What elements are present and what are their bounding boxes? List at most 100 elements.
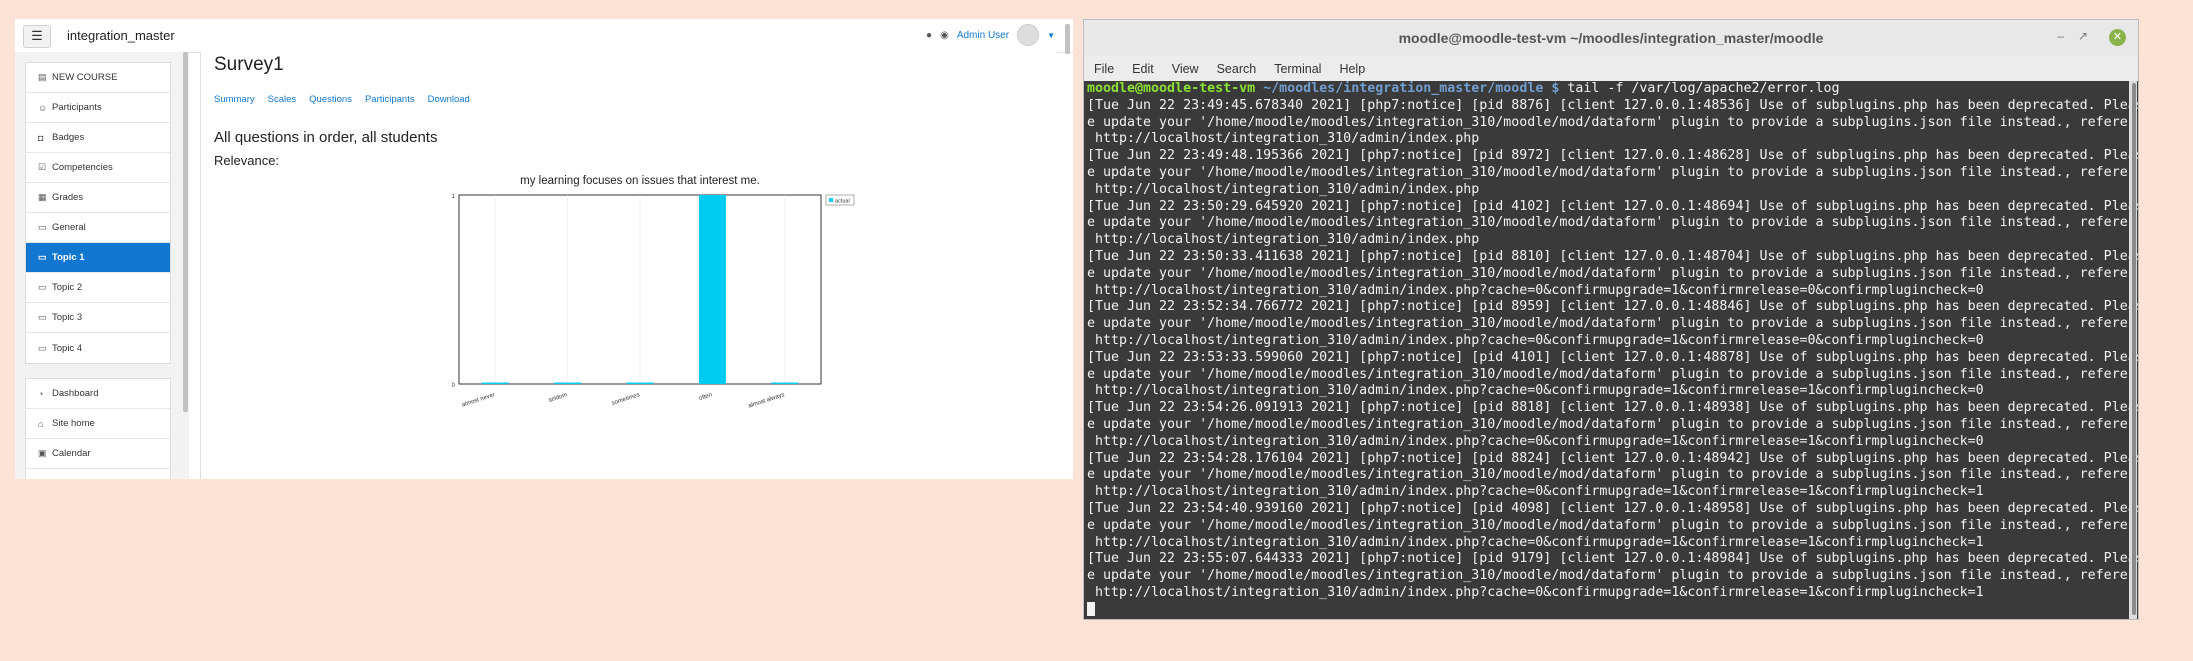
section-heading: All questions in order, all students <box>214 129 438 146</box>
terminal-titlebar[interactable]: moodle@moodle-test-vm ~/moodles/integrat… <box>1084 20 2138 56</box>
nav-item-calendar[interactable]: ▣ Calendar <box>26 439 170 469</box>
terminal-cursor <box>1087 601 1095 616</box>
tab-participants[interactable]: Participants <box>365 94 415 105</box>
terminal-menubar: File Edit View Search Terminal Help <box>1084 56 2138 81</box>
nav-item-label: Site home <box>52 418 95 429</box>
nav-item-private-files[interactable]: ▯Private files <box>26 469 170 480</box>
terminal-title: moodle@moodle-test-vm ~/moodles/integrat… <box>1398 30 1824 46</box>
bell-icon[interactable]: ● <box>926 30 932 41</box>
log-line: e update your '/home/moodle/moodles/inte… <box>1087 215 2139 231</box>
page-scrollbar[interactable] <box>1065 24 1070 54</box>
tab-questions[interactable]: Questions <box>309 94 352 105</box>
nav-item-site-home[interactable]: ⌂ Site home <box>26 409 170 439</box>
menu-file[interactable]: File <box>1094 62 1114 76</box>
menu-search[interactable]: Search <box>1217 62 1257 76</box>
top-navbar: ☰ integration_master ● ◉ Admin User ▼ <box>15 19 1073 53</box>
nav-item-new-course[interactable]: ▤ NEW COURSE <box>26 63 170 93</box>
tachometer-icon: ◔ <box>38 388 44 399</box>
bar-often <box>698 195 726 384</box>
nav-item-label: NEW COURSE <box>52 72 118 83</box>
log-line: [Tue Jun 22 23:53:33.599060 2021] [php7:… <box>1087 349 2139 365</box>
log-line: http://localhost/integration_310/admin/i… <box>1087 332 1984 348</box>
tab-scales[interactable]: Scales <box>268 94 297 105</box>
nav-item-label: Topic 4 <box>52 342 83 354</box>
nav-item-badges[interactable]: ◘ Badges <box>26 123 170 153</box>
log-line: e update your '/home/moodle/moodles/inte… <box>1087 316 2139 332</box>
nav-item-topic-4[interactable]: ▭ Topic 4 <box>26 333 170 363</box>
log-line: [Tue Jun 22 23:54:28.176104 2021] [php7:… <box>1087 450 2139 466</box>
user-avatar[interactable] <box>1017 24 1040 46</box>
graduation-cap-icon: ▤ <box>38 72 47 82</box>
shield-icon: ◘ <box>38 132 44 143</box>
folder-icon: ▭ <box>38 312 47 322</box>
moodle-window: ☰ integration_master ● ◉ Admin User ▼ ▤ N… <box>15 19 1073 479</box>
nav-item-topic-3[interactable]: ▭ Topic 3 <box>26 303 170 333</box>
cursor-line <box>1087 601 2130 619</box>
log-line: e update your '/home/moodle/moodles/inte… <box>1087 114 2139 130</box>
folder-icon: ▭ <box>38 282 47 292</box>
menu-terminal[interactable]: Terminal <box>1274 62 1321 76</box>
minimize-icon[interactable]: – <box>2057 29 2064 43</box>
prompt-command: tail -f /var/log/apache2/error.log <box>1567 81 1840 96</box>
nav-item-topic-1[interactable]: ▭ Topic 1 <box>26 243 170 273</box>
survey-tabs: Summary Scales Questions Participants Downlo… <box>214 94 470 105</box>
terminal-output[interactable]: moodle@moodle-test-vm ~/moodles/integrat… <box>1084 81 2139 619</box>
folder-icon: ▭ <box>38 222 47 232</box>
nav-item-topic-2[interactable]: ▭ Topic 2 <box>26 273 170 303</box>
menu-help[interactable]: Help <box>1339 62 1365 76</box>
log-line: e update your '/home/moodle/moodles/inte… <box>1087 467 2139 483</box>
nav-item-dashboard[interactable]: ◔ Dashboard <box>26 379 170 409</box>
prompt-user: moodle@moodle-test-vm <box>1087 81 1256 96</box>
nav-item-label: Participants <box>52 102 102 113</box>
nav-drawer: ▤ NEW COURSE ☺ Participants ◘ Badges ☑ Competen… <box>15 52 189 479</box>
x-tick-label: often <box>698 392 713 402</box>
terminal-scroll-thumb[interactable] <box>2132 83 2136 615</box>
chat-icon[interactable]: ◉ <box>940 30 949 41</box>
tab-download[interactable]: Download <box>428 94 470 105</box>
log-line: [Tue Jun 22 23:55:07.644333 2021] [php7:… <box>1087 551 2139 567</box>
hamburger-icon[interactable]: ☰ <box>23 25 51 48</box>
x-tick-label: sometimes <box>611 392 640 407</box>
nav-item-general[interactable]: ▭ General <box>26 213 170 243</box>
log-line: e update your '/home/moodle/moodles/inte… <box>1087 164 2139 180</box>
log-line: [Tue Jun 22 23:49:48.195366 2021] [php7:… <box>1087 148 2139 164</box>
log-line: http://localhost/integration_310/admin/i… <box>1087 282 1984 298</box>
drawer-scrollbar[interactable] <box>183 52 188 412</box>
nav-item-grades[interactable]: ▦ Grades <box>26 183 170 213</box>
tab-summary[interactable]: Summary <box>214 94 255 105</box>
nav-item-competencies[interactable]: ☑ Competencies <box>26 153 170 183</box>
site-nav: ◔ Dashboard ⌂ Site home ▣ Calendar ▯Private fi… <box>25 378 171 479</box>
nav-item-label: Calendar <box>52 448 91 459</box>
nav-item-label: General <box>52 222 86 233</box>
log-line: http://localhost/integration_310/admin/i… <box>1087 534 1984 550</box>
y-tick-label: 1 <box>452 194 456 200</box>
log-lines: [Tue Jun 22 23:49:45.678340 2021] [php7:… <box>1087 98 2139 602</box>
caret-down-icon[interactable]: ▼ <box>1047 31 1055 40</box>
folder-icon: ▭ <box>38 252 47 262</box>
x-tick-label: seldom <box>548 392 568 404</box>
nav-item-label: Topic 1 <box>52 252 85 263</box>
user-name[interactable]: Admin User <box>957 30 1009 41</box>
prompt-line: moodle@moodle-test-vm ~/moodles/integrat… <box>1087 81 2130 98</box>
log-line: e update your '/home/moodle/moodles/inte… <box>1087 416 2139 432</box>
menu-view[interactable]: View <box>1172 62 1199 76</box>
relevance-label: Relevance: <box>214 153 280 168</box>
nav-item-label: Dashboard <box>52 388 99 399</box>
y-tick-label: 0 <box>452 383 456 389</box>
main-content: Survey1 Summary Scales Questions Participan… <box>200 52 1057 479</box>
file-icon: ▯ <box>38 479 52 480</box>
log-line: e update your '/home/moodle/moodles/inte… <box>1087 568 2139 584</box>
site-name[interactable]: integration_master <box>67 28 175 43</box>
close-icon[interactable]: ✕ <box>2109 29 2126 46</box>
log-line: http://localhost/integration_310/admin/i… <box>1087 383 1984 399</box>
log-line: e update your '/home/moodle/moodles/inte… <box>1087 366 2139 382</box>
log-line: http://localhost/integration_310/admin/i… <box>1087 484 1984 500</box>
maximize-icon[interactable]: ↗ <box>2078 29 2088 43</box>
x-tick-label: almost always <box>748 392 786 409</box>
log-line: http://localhost/integration_310/admin/i… <box>1087 181 1480 197</box>
menu-edit[interactable]: Edit <box>1132 62 1154 76</box>
nav-item-participants[interactable]: ☺ Participants <box>26 93 170 123</box>
log-line: http://localhost/integration_310/admin/i… <box>1087 433 1984 449</box>
folder-icon: ▭ <box>38 342 47 353</box>
users-icon: ☺ <box>38 102 48 113</box>
